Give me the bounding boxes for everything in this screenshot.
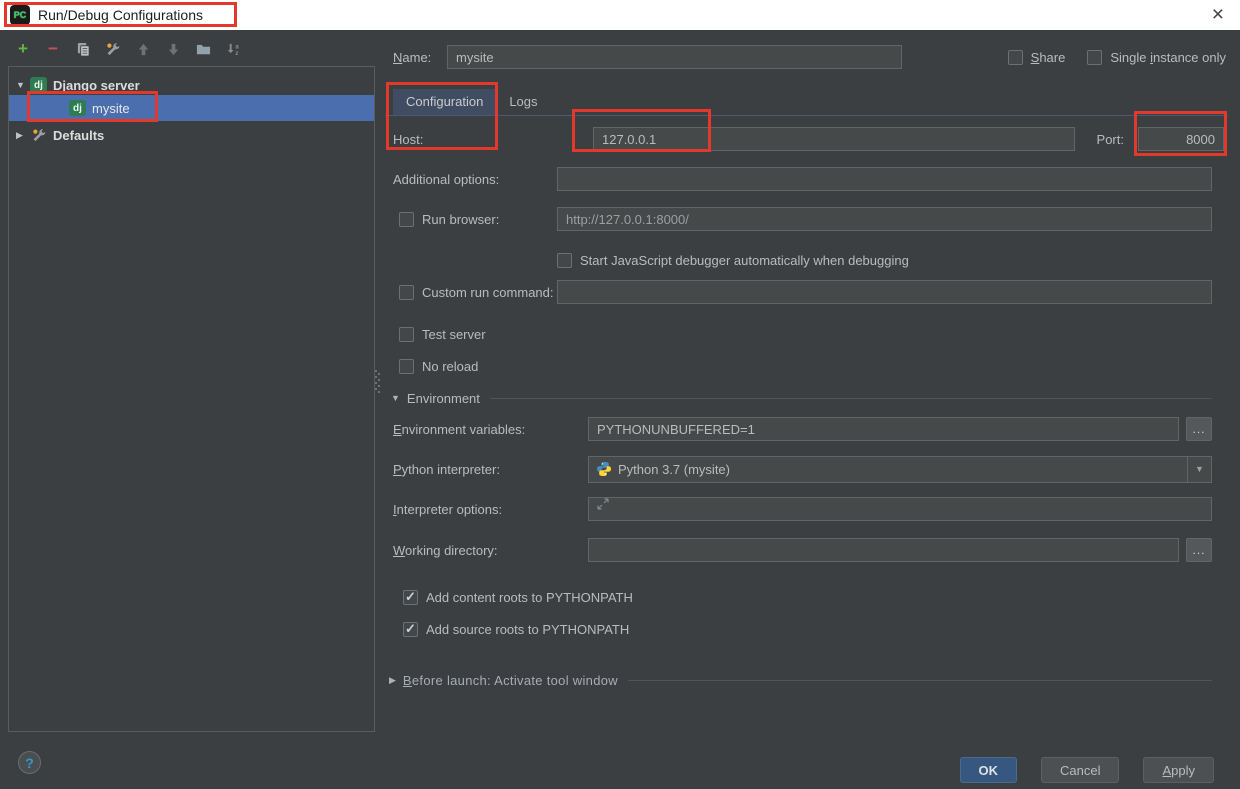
no-reload-checkbox[interactable] (399, 359, 414, 374)
js-debugger-label: Start JavaScript debugger automatically … (580, 253, 909, 268)
interpreter-options-label: Interpreter options: (393, 502, 588, 517)
run-browser-label: Run browser: (422, 212, 499, 227)
run-browser-url-input[interactable] (557, 207, 1212, 231)
environment-header-label: Environment (407, 391, 480, 406)
move-up-icon[interactable] (134, 40, 152, 58)
custom-run-checkbox[interactable] (399, 285, 414, 300)
help-button[interactable]: ? (18, 751, 41, 774)
dialog-title-bar: PC Run/Debug Configurations × (0, 0, 1240, 30)
additional-options-row: Additional options: (393, 166, 1212, 192)
tree-item-label: Defaults (53, 128, 104, 143)
tree-item-defaults[interactable]: ▶ Defaults (9, 122, 374, 148)
env-vars-browse-button[interactable]: ... (1186, 417, 1212, 441)
environment-section-header[interactable]: ▼ Environment (391, 388, 1212, 408)
custom-run-input[interactable] (557, 280, 1212, 304)
add-source-roots-label: Add source roots to PYTHONPATH (426, 622, 629, 637)
additional-options-input[interactable] (557, 167, 1212, 191)
section-divider (490, 398, 1212, 399)
host-input[interactable] (593, 127, 1075, 151)
expanded-twisty-icon[interactable]: ▼ (391, 393, 400, 403)
interpreter-select[interactable]: Python 3.7 (mysite) ▼ (588, 456, 1212, 483)
interpreter-options-row: Interpreter options: (393, 496, 1212, 522)
no-reload-row: No reload (399, 353, 478, 379)
dialog-buttons: OK Cancel Apply (960, 757, 1215, 783)
configurations-tree: ▼ dj Django server dj mysite ▶ Defaults (8, 66, 375, 732)
single-instance-label: Single instance only (1110, 50, 1226, 65)
add-content-roots-label: Add content roots to PYTHONPATH (426, 590, 633, 605)
panel-splitter-handle[interactable] (374, 368, 381, 399)
add-content-roots-checkbox[interactable] (403, 590, 418, 605)
chevron-down-icon[interactable]: ▼ (1187, 457, 1211, 482)
test-server-label: Test server (422, 327, 486, 342)
cancel-button[interactable]: Cancel (1041, 757, 1119, 783)
section-divider (628, 680, 1212, 681)
env-vars-label: Environment variables: (393, 422, 588, 437)
run-browser-row: Run browser: (399, 206, 1212, 232)
working-directory-input[interactable] (588, 538, 1179, 562)
name-row: Name: Share Single instance only (393, 44, 1226, 70)
add-source-roots-row: Add source roots to PYTHONPATH (403, 616, 629, 642)
tree-item-mysite[interactable]: dj mysite (9, 95, 374, 121)
env-vars-row: Environment variables: ... (393, 416, 1212, 442)
run-browser-checkbox[interactable] (399, 212, 414, 227)
collapsed-twisty-icon[interactable]: ▶ (389, 675, 396, 686)
host-row: Host: Port: (393, 126, 1224, 152)
svg-text:z: z (235, 50, 238, 57)
add-source-roots-checkbox[interactable] (403, 622, 418, 637)
working-directory-row: Working directory: ... (393, 537, 1212, 563)
create-folder-icon[interactable] (194, 40, 212, 58)
tree-item-label: mysite (92, 101, 130, 116)
port-input[interactable] (1138, 127, 1224, 151)
django-icon: dj (69, 100, 86, 116)
sort-configurations-icon[interactable]: az (224, 40, 242, 58)
move-down-icon[interactable] (164, 40, 182, 58)
single-instance-checkbox[interactable] (1087, 50, 1102, 65)
tab-logs[interactable]: Logs (496, 89, 550, 115)
apply-button[interactable]: Apply (1143, 757, 1214, 783)
share-label: Share (1031, 50, 1066, 65)
dialog-title: Run/Debug Configurations (38, 7, 203, 23)
defaults-wrench-icon (30, 127, 47, 143)
config-tabs: Configuration Logs (393, 88, 551, 115)
host-label: Host: (393, 132, 593, 147)
test-server-checkbox[interactable] (399, 327, 414, 342)
interpreter-label: Python interpreter: (393, 462, 588, 477)
expanded-twisty-icon[interactable]: ▼ (16, 80, 26, 90)
additional-options-label: Additional options: (393, 172, 557, 187)
close-icon[interactable]: × (1206, 5, 1230, 25)
collapsed-twisty-icon[interactable]: ▶ (16, 130, 26, 141)
test-server-row: Test server (399, 321, 486, 347)
pycharm-logo-icon: PC (10, 5, 30, 25)
interpreter-value: Python 3.7 (mysite) (618, 462, 730, 477)
custom-run-label: Custom run command: (422, 285, 554, 300)
tab-configuration[interactable]: Configuration (393, 89, 496, 115)
name-input[interactable] (447, 45, 902, 69)
js-debugger-row: Start JavaScript debugger automatically … (557, 247, 909, 273)
working-directory-browse-button[interactable]: ... (1186, 538, 1212, 562)
remove-configuration-icon[interactable]: − (44, 40, 62, 58)
custom-run-row: Custom run command: (399, 279, 1212, 305)
edit-defaults-wrench-icon[interactable] (104, 40, 122, 58)
tree-item-label: Django server (53, 78, 140, 93)
share-checkbox[interactable] (1008, 50, 1023, 65)
before-launch-label: Before launch: Activate tool window (403, 673, 618, 688)
interpreter-row: Python interpreter: Python 3.7 (mysite) … (393, 456, 1212, 482)
interpreter-options-input[interactable] (588, 497, 1212, 521)
no-reload-label: No reload (422, 359, 478, 374)
configurations-toolbar: + − az (14, 37, 242, 61)
ok-button[interactable]: OK (960, 757, 1018, 783)
expand-field-icon[interactable] (597, 498, 609, 513)
add-content-roots-row: Add content roots to PYTHONPATH (403, 584, 633, 610)
working-directory-label: Working directory: (393, 543, 588, 558)
python-icon (596, 461, 612, 477)
env-vars-input[interactable] (588, 417, 1179, 441)
before-launch-section[interactable]: ▶ Before launch: Activate tool window (389, 670, 1212, 690)
name-label: Name: (393, 50, 447, 65)
js-debugger-checkbox[interactable] (557, 253, 572, 268)
port-label: Port: (1097, 132, 1124, 147)
add-configuration-icon[interactable]: + (14, 40, 32, 58)
copy-configuration-icon[interactable] (74, 40, 92, 58)
django-icon: dj (30, 77, 47, 93)
tab-divider (385, 115, 1228, 116)
